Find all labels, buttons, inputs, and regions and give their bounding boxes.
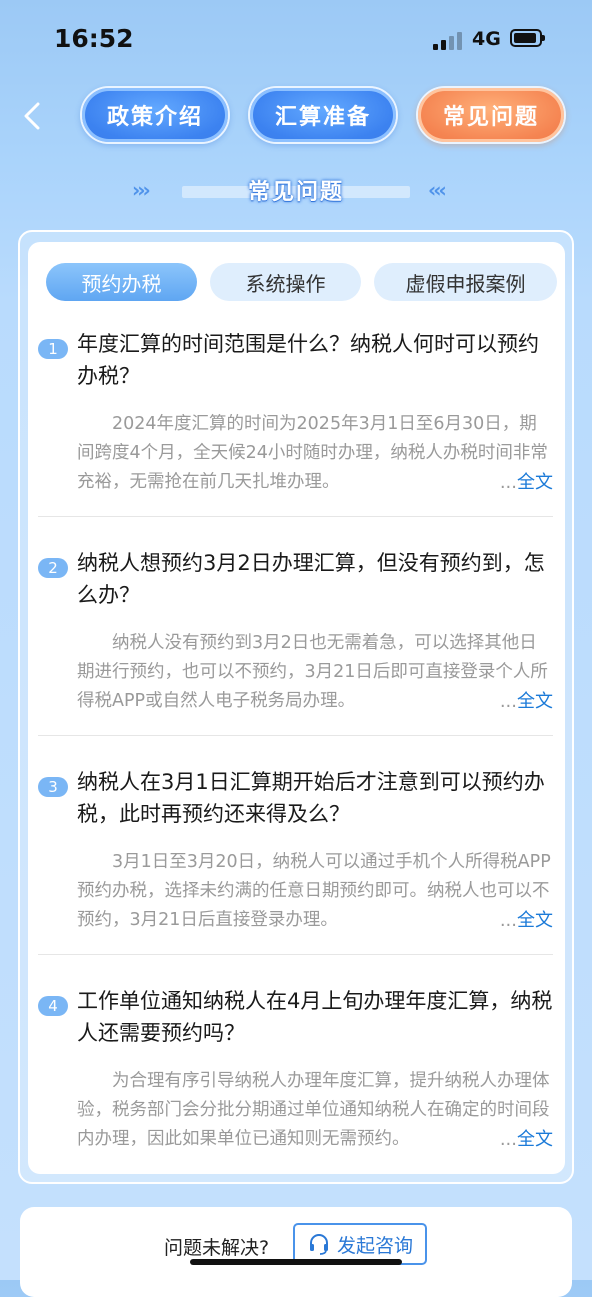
faq-card: 预约办税 系统操作 虚假申报案例 1 年度汇算的时间范围是什么？纳税人何时可以预…	[28, 242, 565, 1174]
ellipsis: ...	[499, 910, 517, 931]
divider	[38, 516, 553, 517]
tab-system-operation[interactable]: 系统操作	[210, 263, 361, 301]
ellipsis: ...	[499, 691, 517, 712]
faq-item[interactable]: 2 纳税人想预约3月2日办理汇算，但没有预约到，怎么办？ 纳税人没有预约到3月2…	[38, 547, 553, 719]
headset-icon	[309, 1234, 328, 1255]
home-indicator	[190, 1259, 402, 1265]
faq-item[interactable]: 4 工作单位通知纳税人在4月上旬办理年度汇算，纳税人还需要预约吗？ 为合理有序引…	[38, 985, 553, 1157]
topnav-preparation[interactable]: 汇算准备	[248, 86, 398, 144]
section-title: 常见问题	[247, 180, 344, 205]
topnav-label: 常见问题	[442, 105, 539, 130]
unresolved-prompt: 问题未解决?	[164, 1237, 270, 1259]
consult-label: 发起咨询	[336, 1234, 413, 1257]
faq-item[interactable]: 3 纳税人在3月1日汇算期开始后才注意到可以预约办税，此时再预约还来得及么？ 3…	[38, 766, 553, 938]
section-header: ››› ‹‹‹ 常见问题	[0, 170, 592, 210]
question-number-badge: 1	[38, 339, 68, 359]
read-more-label: 全文	[517, 910, 553, 931]
topnav-label: 政策介绍	[106, 105, 203, 130]
topnav-policy-intro[interactable]: 政策介绍	[80, 86, 230, 144]
ellipsis: ...	[499, 1129, 517, 1150]
topnav-label: 汇算准备	[274, 105, 371, 130]
read-more-link[interactable]: ...全文	[477, 468, 553, 497]
read-more-label: 全文	[517, 691, 553, 712]
question-title: 工作单位通知纳税人在4月上旬办理年度汇算，纳税人还需要预约吗？	[77, 989, 553, 1045]
read-more-link[interactable]: ...全文	[477, 1125, 553, 1154]
divider	[38, 735, 553, 736]
network-type: 4G	[472, 28, 501, 50]
read-more-label: 全文	[517, 1129, 553, 1150]
tab-label: 虚假申报案例	[405, 271, 526, 296]
read-more-link[interactable]: ...全文	[477, 906, 553, 935]
question-title: 纳税人在3月1日汇算期开始后才注意到可以预约办税，此时再预约还来得及么？	[77, 770, 545, 826]
question-title: 年度汇算的时间范围是什么？纳税人何时可以预约办税？	[77, 332, 539, 388]
tab-label: 系统操作	[245, 271, 326, 296]
question-title: 纳税人想预约3月2日办理汇算，但没有预约到，怎么办？	[77, 551, 545, 607]
question-number-badge: 4	[38, 996, 68, 1016]
divider	[38, 954, 553, 955]
signal-icon	[433, 30, 462, 50]
tab-false-declaration[interactable]: 虚假申报案例	[374, 263, 557, 301]
status-time: 16:52	[54, 24, 134, 53]
consult-bar: 问题未解决? 发起咨询	[20, 1207, 572, 1297]
chevron-left-icon	[24, 102, 40, 130]
read-more-link[interactable]: ...全文	[477, 687, 553, 716]
tab-label: 预约办税	[81, 271, 162, 296]
tab-reservation[interactable]: 预约办税	[46, 263, 197, 301]
status-bar: 16:52 4G	[0, 0, 592, 80]
battery-icon	[510, 29, 545, 47]
question-number-badge: 3	[38, 777, 68, 797]
topnav-faq[interactable]: 常见问题	[416, 86, 566, 144]
ellipsis: ...	[499, 472, 517, 493]
back-button[interactable]	[14, 96, 54, 136]
faq-item[interactable]: 1 年度汇算的时间范围是什么？纳税人何时可以预约办税？ 2024年度汇算的时间为…	[38, 328, 553, 500]
read-more-label: 全文	[517, 472, 553, 493]
question-number-badge: 2	[38, 558, 68, 578]
